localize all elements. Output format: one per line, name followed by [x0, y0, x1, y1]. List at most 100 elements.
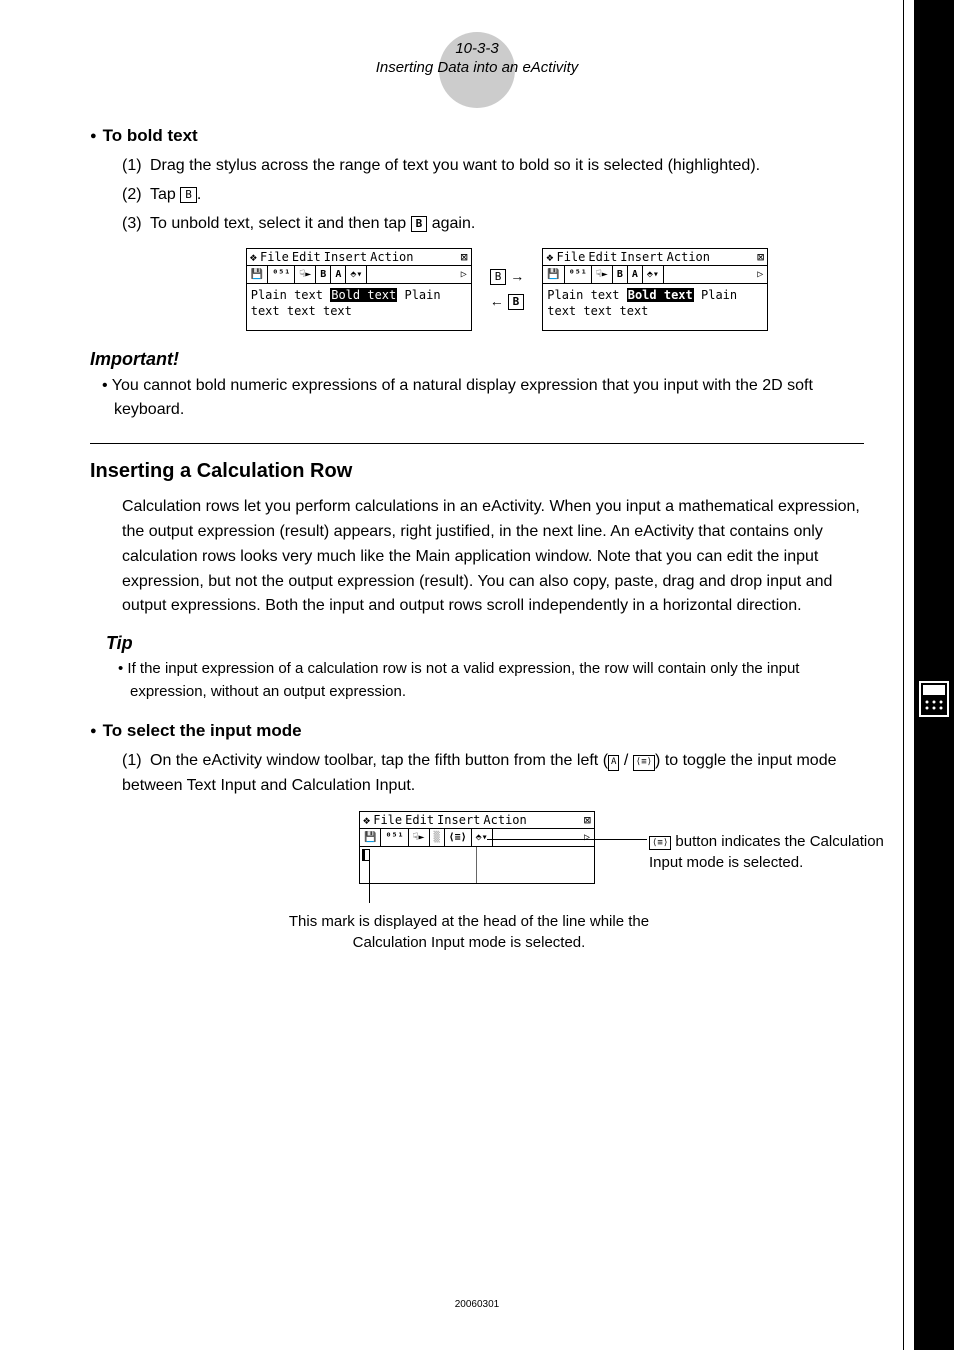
menu-insert-2: Insert [620, 250, 663, 264]
body-plain-1: Plain text [251, 288, 330, 302]
menu-action-2: Action [667, 250, 710, 264]
bold-button-thin-icon: B [180, 187, 197, 203]
tb-misc-icon: ⬘▾ [346, 266, 367, 283]
body-plain-2: Plain text [547, 288, 626, 302]
calc-row-para: Calculation rows let you perform calcula… [122, 495, 864, 619]
tb-save-icon-3: 💾 [360, 829, 381, 846]
tb-misc-icon-2: ⬘▾ [643, 266, 664, 283]
important-text: You cannot bold numeric expressions of a… [102, 374, 864, 424]
calculator-tab-icon [918, 680, 950, 718]
annotation-line-down [369, 861, 370, 903]
step-2-text: Tap [150, 186, 180, 203]
menu-edit-2: Edit [588, 250, 617, 264]
menu-action-3: Action [483, 813, 526, 827]
page-border-right [903, 0, 904, 1350]
tb-hand-icon: ☟► [295, 266, 316, 283]
tb-hand-icon-2: ☟► [592, 266, 613, 283]
menu-edit-3: Edit [405, 813, 434, 827]
tb-more-icon-2: ▷ [753, 266, 767, 283]
text-mode-icon: A [608, 755, 619, 771]
tb-disabled-icon: ▒ [430, 829, 445, 846]
calc-line-mark-icon [362, 849, 370, 861]
screen-toolbar-1: 💾 ⁰⁵¹ ☟► B A ⬘▾ ▷ [247, 266, 471, 284]
antenna-icon-3: ❖ [363, 813, 370, 827]
screen-body-2: Plain text Bold text Plain text text tex… [543, 284, 767, 329]
step-1: (1)Drag the stylus across the range of t… [122, 154, 864, 179]
close-icon-2: ⊠ [757, 250, 764, 264]
screen-menu-1: ❖ File Edit Insert Action ⊠ [247, 249, 471, 266]
tb-more-icon: ▷ [457, 266, 471, 283]
menu-file-2: File [556, 250, 585, 264]
screen-menu-2: ❖ File Edit Insert Action ⊠ [543, 249, 767, 266]
tb-calc-mode-icon: ⟨≡⟩ [445, 829, 472, 846]
footer-date: 20060301 [0, 1299, 954, 1310]
select-input-step-1: (1)On the eActivity window toolbar, tap … [122, 749, 864, 799]
screenshot-before: ❖ File Edit Insert Action ⊠ 💾 ⁰⁵¹ ☟► B A… [246, 248, 472, 330]
screenshot-after: ❖ File Edit Insert Action ⊠ 💾 ⁰⁵¹ ☟► B A… [542, 248, 768, 330]
step-3: (3)To unbold text, select it and then ta… [122, 212, 864, 237]
tip-heading: Tip [106, 633, 864, 654]
step1-pre: On the eActivity window toolbar, tap the… [150, 752, 608, 769]
heading-select-input: To select the input mode [90, 721, 864, 741]
menu-action: Action [370, 250, 413, 264]
screen-body-1: Plain text Bold text Plain text text tex… [247, 284, 471, 329]
screen-toolbar-2: 💾 ⁰⁵¹ ☟► B A ⬘▾ ▷ [543, 266, 767, 284]
page-number: 10-3-3 [90, 40, 864, 57]
page-title: Inserting Data into an eActivity [90, 59, 864, 76]
tb-a-icon: A [331, 266, 346, 283]
important-heading: Important! [90, 349, 864, 370]
tb-ruler-icon-3: ⁰⁵¹ [381, 829, 408, 846]
b-bold-center: B [508, 294, 525, 310]
right-black-sidebar [914, 0, 954, 1350]
screenshot-row-bold: ❖ File Edit Insert Action ⊠ 💾 ⁰⁵¹ ☟► B A… [150, 248, 864, 330]
b-thin-center: B [490, 269, 507, 285]
annotation-right-label: button indicates the Calculation Input m… [649, 833, 884, 871]
tb-b-icon: B [316, 266, 331, 283]
tb-misc-icon-3: ⬘▾ [472, 829, 493, 846]
annotation-right-text: ⟨≡⟩ button indicates the Calculation Inp… [649, 831, 919, 873]
calc-row-heading: Inserting a Calculation Row [90, 460, 864, 483]
arrow-right-icon: → [510, 268, 524, 284]
arrow-column: B → ← B [490, 264, 525, 314]
calc-right-pane [477, 847, 594, 883]
antenna-icon-2: ❖ [546, 250, 553, 264]
body-bold-2: Bold text [627, 288, 694, 302]
screen-toolbar-3: 💾 ⁰⁵¹ ☟► ▒ ⟨≡⟩ ⬘▾ ▷ [360, 829, 594, 847]
menu-edit: Edit [292, 250, 321, 264]
screen-body-calc [360, 847, 594, 883]
menu-insert-3: Insert [437, 813, 480, 827]
body-selected-1: Bold text [330, 288, 397, 302]
step-1-text: Drag the stylus across the range of text… [150, 157, 760, 174]
tip-text: If the input expression of a calculation… [118, 658, 864, 703]
annotation-bottom-text: This mark is displayed at the head of th… [259, 911, 679, 953]
menu-file: File [260, 250, 289, 264]
antenna-icon: ❖ [250, 250, 257, 264]
calc-mode-icon-annot: ⟨≡⟩ [649, 836, 671, 851]
step-2: (2)Tap B. [122, 183, 864, 208]
step1-mid: / [619, 752, 632, 769]
tb-save-icon-2: 💾 [543, 266, 564, 283]
step-3-suffix: again. [427, 215, 475, 232]
screenshot-center-calc: ❖ File Edit Insert Action ⊠ 💾 ⁰⁵¹ ☟► ▒ ⟨… [90, 811, 864, 884]
close-icon-3: ⊠ [584, 813, 591, 827]
menu-insert: Insert [324, 250, 367, 264]
calc-left-pane [360, 847, 477, 883]
annotation-line-right [487, 839, 647, 840]
tb-a-icon-2: A [628, 266, 643, 283]
step-2-suffix: . [197, 186, 201, 203]
tb-b-bold-icon: B [613, 266, 628, 283]
tb-ruler-icon-2: ⁰⁵¹ [565, 266, 592, 283]
step-3-text: To unbold text, select it and then tap [150, 215, 411, 232]
close-icon: ⊠ [461, 250, 468, 264]
tb-hand-icon-3: ☟► [409, 829, 430, 846]
tb-more-icon-3: ▷ [580, 829, 594, 846]
arrow-left-icon: ← [490, 293, 504, 309]
tb-save-icon: 💾 [247, 266, 268, 283]
heading-bold-text: To bold text [90, 126, 864, 146]
tb-ruler-icon: ⁰⁵¹ [268, 266, 295, 283]
bold-button-bold-icon: B [411, 216, 428, 232]
screenshot-calc-mode: ❖ File Edit Insert Action ⊠ 💾 ⁰⁵¹ ☟► ▒ ⟨… [359, 811, 595, 884]
calc-mode-icon: ⟨≡⟩ [633, 755, 655, 771]
screen-menu-3: ❖ File Edit Insert Action ⊠ [360, 812, 594, 829]
divider [90, 443, 864, 444]
